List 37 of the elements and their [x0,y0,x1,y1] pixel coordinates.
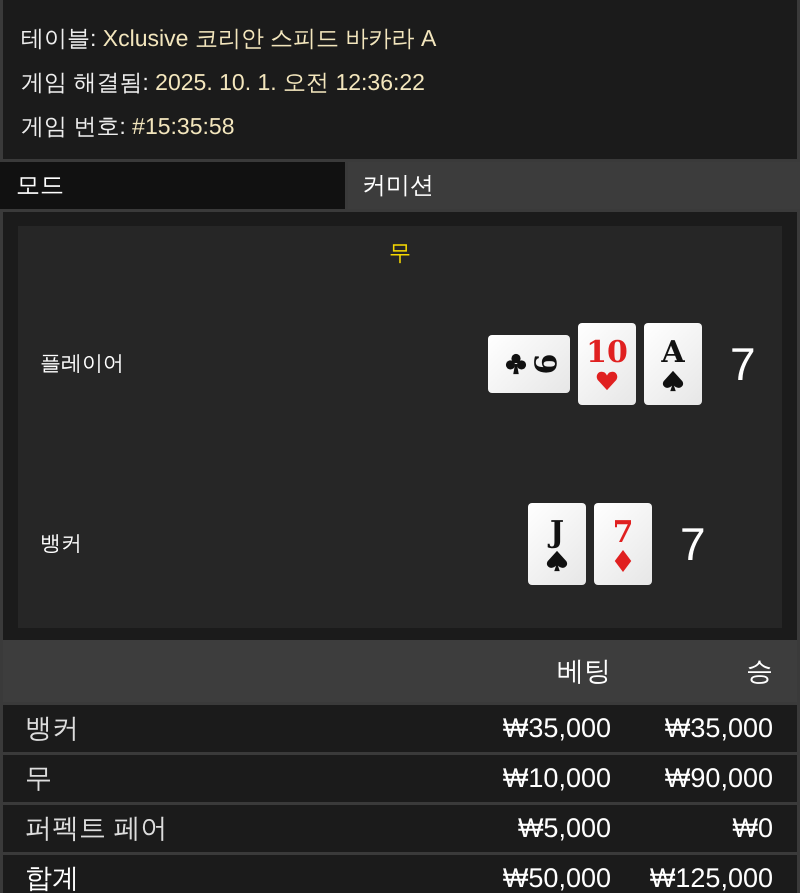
info-label: 게임 해결됨: [21,69,149,95]
card-rank: J [550,516,564,550]
column-header: 승 [746,656,773,686]
win-amount: ₩125,000 [650,863,773,893]
card-rank: A [661,336,685,370]
bet-name: 무 [25,763,52,794]
spade-icon [662,370,684,392]
bet-amount: ₩50,000 [502,863,611,893]
mode-value: 커미션 [348,162,800,209]
win-amount: ₩90,000 [664,763,773,794]
info-label: 게임 번호: [21,113,126,139]
card-rank: 10 [586,336,628,370]
hand-name: 뱅커 [40,532,82,556]
bet-amount: ₩35,000 [502,713,611,744]
info-label: 테이블: [21,25,96,51]
hand-score: 7 [680,518,706,570]
mode-label: 모드 [0,162,348,209]
result-text: 무 [389,240,411,265]
win-amount: ₩35,000 [664,713,773,744]
hand-score: 7 [730,338,756,390]
info-value: #15:35:58 [132,113,234,139]
column-header: 베팅 [557,656,611,686]
info-value: Xclusive 코리안 스피드 바카라 A [102,25,436,51]
card-rank: 7 [612,516,634,550]
info-value: 2025. 10. 1. 오전 12:36:22 [155,69,425,95]
heart-icon [596,370,618,392]
win-amount: ₩0 [732,813,773,844]
spade-icon [546,550,568,572]
card-rank: 9 [526,354,560,374]
bet-name: 뱅커 [25,713,79,744]
bet-name: 합계 [25,863,79,893]
bet-amount: ₩10,000 [502,763,611,794]
bet-amount: ₩5,000 [518,813,611,844]
club-icon [504,353,527,375]
bet-name: 퍼펙트 페어 [25,813,168,844]
diamond-icon [612,550,634,572]
hand-name: 플레이어 [40,352,124,376]
